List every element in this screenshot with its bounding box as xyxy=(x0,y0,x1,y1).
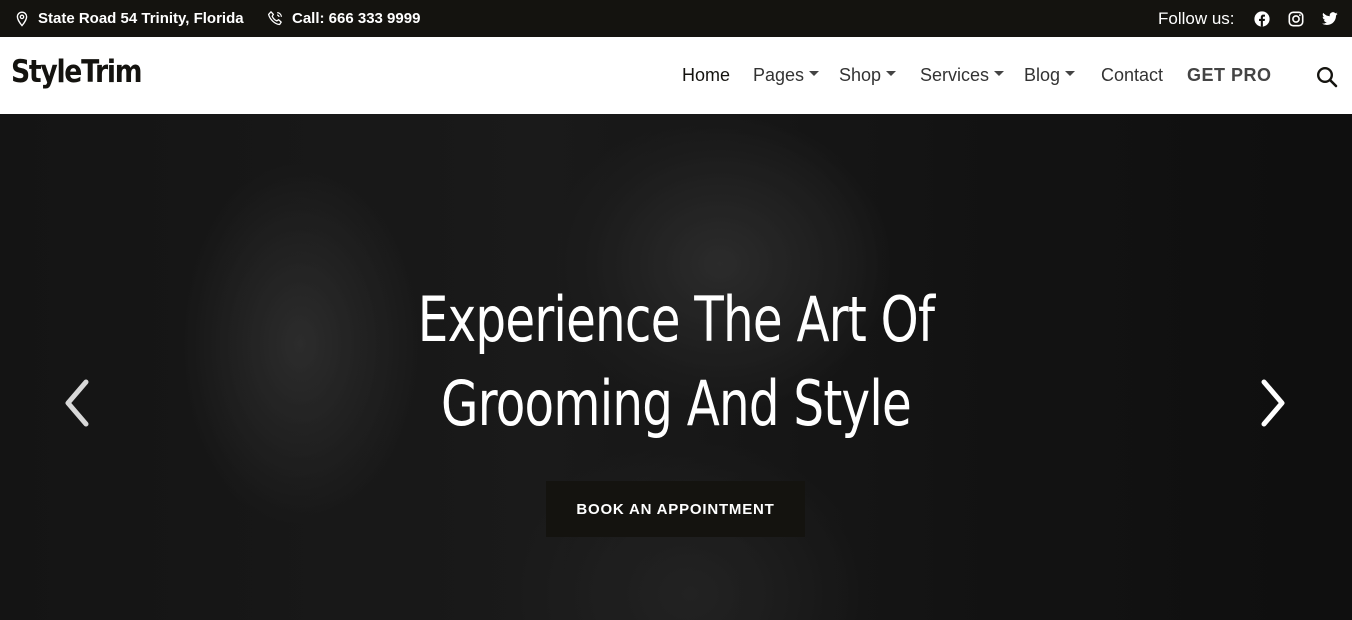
nav-label: Contact xyxy=(1101,65,1164,85)
phone-info[interactable]: Call: 666 333 9999 xyxy=(267,0,420,37)
address-info: State Road 54 Trinity, Florida xyxy=(14,0,244,37)
caret-down-icon xyxy=(994,71,1005,76)
hero-heading-line-2: Grooming And Style xyxy=(441,367,912,440)
search-icon[interactable] xyxy=(1316,66,1338,88)
chevron-right-icon[interactable] xyxy=(1256,376,1290,430)
caret-down-icon xyxy=(886,71,897,76)
hero-heading: Experience The Art Of Grooming And Style xyxy=(403,278,949,446)
instagram-icon[interactable] xyxy=(1285,0,1307,37)
book-appointment-button[interactable]: BOOK AN APPOINTMENT xyxy=(546,481,805,537)
caret-down-icon xyxy=(809,71,820,76)
twitter-icon[interactable] xyxy=(1319,0,1341,37)
hero-heading-line-1: Experience The Art Of xyxy=(417,283,935,356)
follow-label: Follow us: xyxy=(1158,8,1235,28)
location-pin-icon xyxy=(16,10,28,27)
nav-item-shop[interactable]: Shop xyxy=(839,37,897,114)
address-text: State Road 54 Trinity, Florida xyxy=(38,10,244,27)
nav-item-services[interactable]: Services xyxy=(920,37,1005,114)
nav-label: Home xyxy=(682,65,731,85)
site-header: StyleTrim Home Pages Shop Services Blog … xyxy=(0,37,1352,115)
nav-item-contact[interactable]: Contact xyxy=(1101,37,1163,114)
nav-item-pages[interactable]: Pages xyxy=(753,37,820,114)
hero-slider: Experience The Art Of Grooming And Style… xyxy=(0,114,1352,620)
nav-item-home[interactable]: Home xyxy=(682,37,730,114)
nav-label: Blog xyxy=(1024,65,1061,85)
chevron-left-icon[interactable] xyxy=(60,376,94,430)
nav-label: Pages xyxy=(753,65,805,85)
nav-label: Services xyxy=(920,65,990,85)
nav-item-get-pro[interactable]: GET PRO xyxy=(1187,37,1272,114)
phone-text[interactable]: Call: 666 333 9999 xyxy=(292,10,420,27)
facebook-icon[interactable] xyxy=(1251,0,1273,37)
caret-down-icon xyxy=(1065,71,1076,76)
top-bar: State Road 54 Trinity, Florida Call: 666… xyxy=(0,0,1352,37)
site-logo[interactable]: StyleTrim xyxy=(11,54,143,90)
nav-label: Shop xyxy=(839,65,882,85)
nav-item-blog[interactable]: Blog xyxy=(1024,37,1076,114)
phone-icon xyxy=(267,11,282,26)
nav-label: GET PRO xyxy=(1187,65,1272,85)
